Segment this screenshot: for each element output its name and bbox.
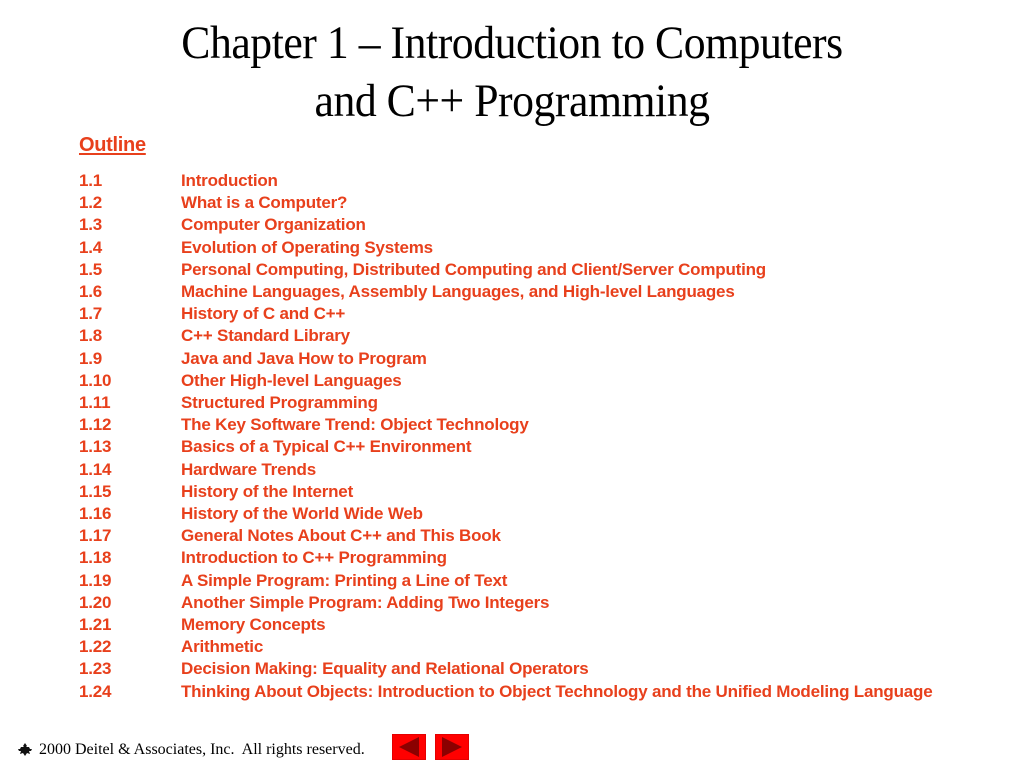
section-number: 1.12: [79, 415, 112, 435]
right-triangle-icon: [442, 737, 462, 757]
section-title: Personal Computing, Distributed Computin…: [181, 259, 766, 279]
section-title: What is a Computer?: [181, 193, 348, 213]
outline-list: 1.1 Introduction 1.2 What is a Computer? 1…: [79, 170, 961, 703]
section-number: 1.4: [79, 237, 103, 257]
outline-item: 1.13 Basics of a Typical C++ Environment: [79, 436, 961, 458]
section-title: Another Simple Program: Adding Two Integ…: [181, 592, 550, 612]
outline-item: 1.9 Java and Java How to Program: [79, 348, 961, 370]
section-number: 1.9: [79, 348, 103, 368]
section-title: Machine Languages, Assembly Languages, a…: [181, 282, 735, 302]
section-number: 1.8: [79, 326, 103, 346]
slide-title-line-2: and C++ Programming: [314, 75, 710, 127]
section-title: Structured Programming: [181, 393, 378, 413]
section-number: 1.19: [79, 570, 112, 590]
section-title: Thinking About Objects: Introduction to …: [181, 681, 933, 701]
section-title: General Notes About C++ and This Book: [181, 526, 501, 546]
outline-item: 1.22 Arithmetic: [79, 636, 961, 658]
section-number: 1.11: [79, 393, 111, 413]
section-number: 1.20: [79, 592, 112, 612]
left-triangle-icon: [399, 737, 419, 757]
section-number: 1.10: [79, 370, 112, 390]
section-number: 1.21: [79, 615, 112, 635]
deitel-bug-logo-icon: [17, 743, 33, 757]
section-title: Decision Making: Equality and Relational…: [181, 659, 589, 679]
section-title: Introduction: [181, 171, 278, 190]
outline-item: 1.12 The Key Software Trend: Object Techn…: [79, 414, 961, 436]
outline-item: 1.20 Another Simple Program: Adding Two I…: [79, 592, 961, 614]
slide-title-line-1: Chapter 1 – Introduction to Computers: [181, 17, 843, 69]
section-title: History of the World Wide Web: [181, 504, 423, 524]
section-number: 1.7: [79, 304, 103, 324]
section-title: Other High-level Languages: [181, 370, 402, 390]
section-number: 1.14: [79, 459, 112, 479]
section-number: 1.3: [79, 215, 103, 235]
outline-item: 1.14 Hardware Trends: [79, 459, 961, 481]
section-title: Arithmetic: [181, 637, 264, 657]
section-title: Hardware Trends: [181, 459, 316, 479]
outline-item: 1.2 What is a Computer?: [79, 192, 961, 214]
section-title: Java and Java How to Program: [181, 348, 427, 368]
section-title: The Key Software Trend: Object Technolog…: [181, 415, 529, 435]
section-number: 1.22: [79, 637, 112, 657]
outline-item: 1.16 History of the World Wide Web: [79, 503, 961, 525]
section-number: 1.23: [79, 659, 112, 679]
outline-item: 1.21 Memory Concepts: [79, 614, 961, 636]
section-title: A Simple Program: Printing a Line of Tex…: [181, 570, 508, 590]
section-title: Computer Organization: [181, 215, 366, 235]
section-title: History of C and C++: [181, 304, 346, 324]
section-title: Introduction to C++ Programming: [181, 548, 447, 568]
section-title: Evolution of Operating Systems: [181, 237, 433, 257]
outline-item: 1.6 Machine Languages, Assembly Languages…: [79, 281, 961, 303]
outline-item: 1.5 Personal Computing, Distributed Compu…: [79, 259, 961, 281]
outline-item: 1.15 History of the Internet: [79, 481, 961, 503]
section-number: 1.13: [79, 437, 112, 457]
section-title: Basics of a Typical C++ Environment: [181, 437, 472, 457]
section-title: Memory Concepts: [181, 615, 326, 635]
section-number: 1.16: [79, 504, 112, 524]
section-number: 1.5: [79, 259, 103, 279]
outline-item: 1.7 History of C and C++: [79, 303, 961, 325]
outline-heading: Outline: [79, 134, 146, 156]
outline-item: 1.19 A Simple Program: Printing a Line of…: [79, 570, 961, 592]
outline-item: 1.23 Decision Making: Equality and Relati…: [79, 658, 961, 680]
outline-item: 1.10 Other High-level Languages: [79, 370, 961, 392]
slide-title: Chapter 1 – Introduction to Computers an…: [0, 14, 1024, 130]
outline-item: 1.17 General Notes About C++ and This Boo…: [79, 525, 961, 547]
section-number: 1.6: [79, 282, 103, 302]
copyright-text: 2000 Deitel & Associates, Inc. All right…: [39, 741, 365, 758]
outline-item: 1.24 Thinking About Objects: Introduction…: [79, 681, 961, 703]
section-number: 1.1: [79, 171, 103, 190]
section-number: 1.24: [79, 681, 112, 701]
footer: 2000 Deitel & Associates, Inc. All right…: [17, 741, 365, 759]
section-number: 1.17: [79, 526, 112, 546]
section-title: History of the Internet: [181, 481, 354, 501]
section-number: 1.18: [79, 548, 112, 568]
outline-item: 1.1 Introduction: [79, 170, 961, 192]
outline-item: 1.4 Evolution of Operating Systems: [79, 237, 961, 259]
outline-item: 1.8 C++ Standard Library: [79, 325, 961, 347]
section-number: 1.2: [79, 193, 103, 213]
next-slide-button[interactable]: [435, 734, 469, 760]
section-number: 1.15: [79, 481, 112, 501]
section-title: C++ Standard Library: [181, 326, 350, 346]
outline-item: 1.18 Introduction to C++ Programming: [79, 547, 961, 569]
previous-slide-button[interactable]: [392, 734, 426, 760]
outline-item: 1.11 Structured Programming: [79, 392, 961, 414]
outline-item: 1.3 Computer Organization: [79, 214, 961, 236]
